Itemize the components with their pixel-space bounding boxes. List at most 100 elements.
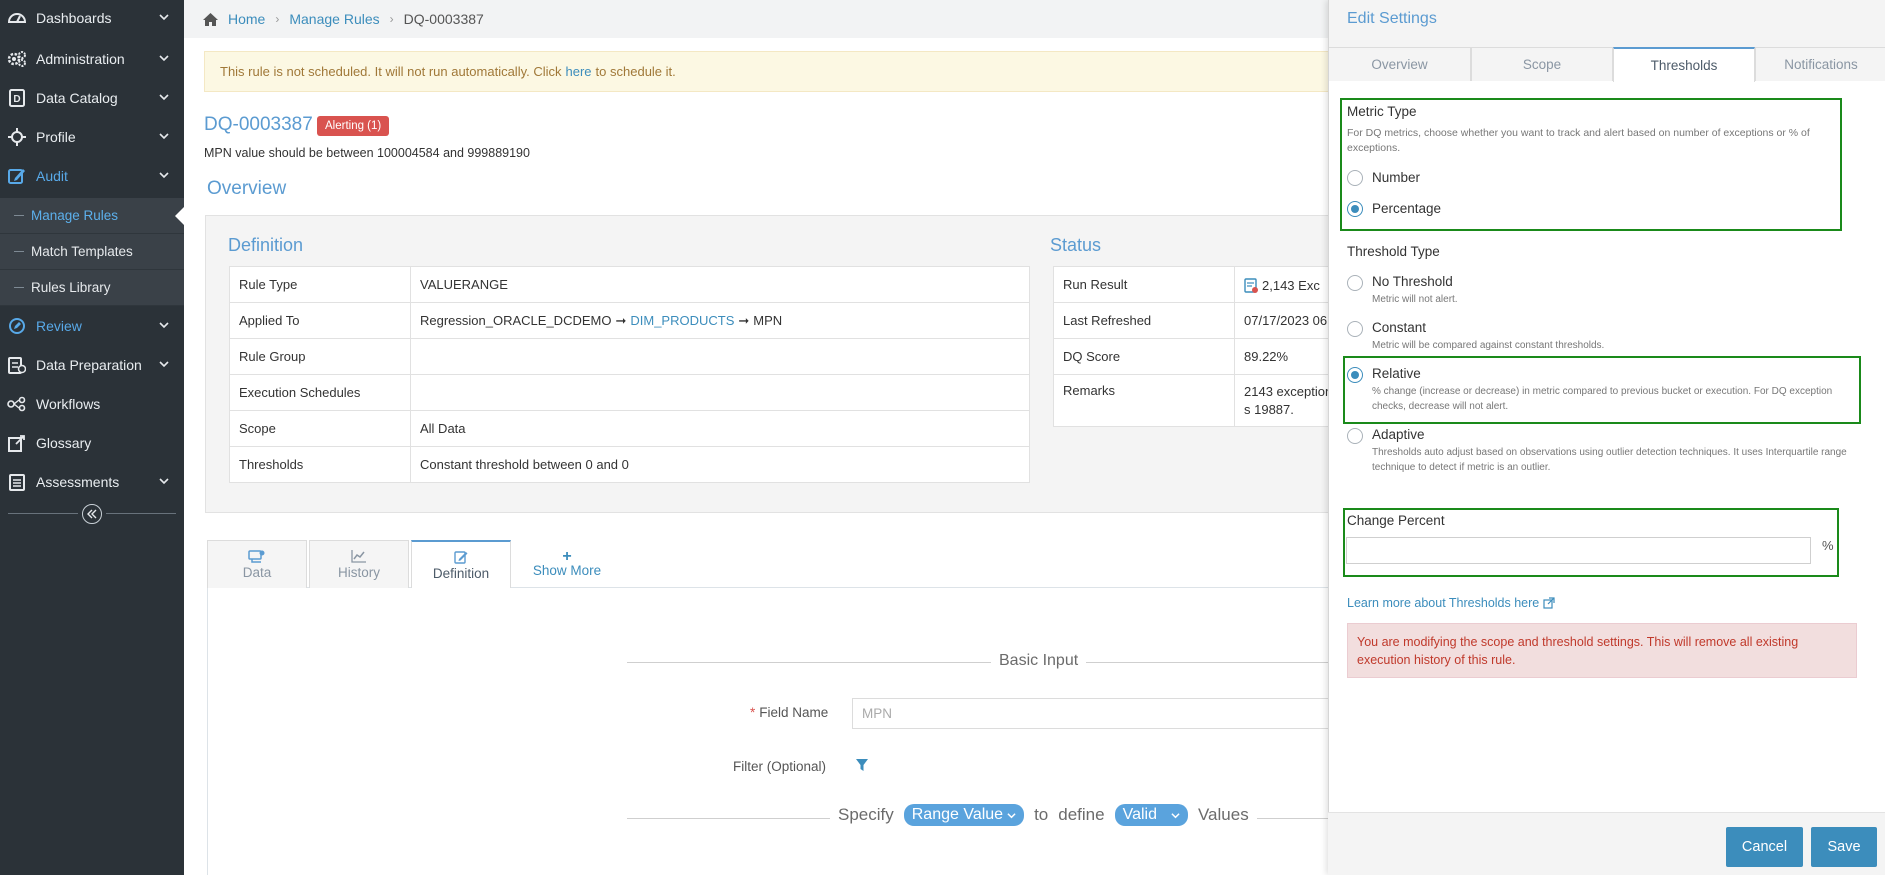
required-marker: * xyxy=(750,705,756,720)
radio-adaptive[interactable] xyxy=(1347,428,1363,444)
valid-text: Valid xyxy=(1122,806,1157,823)
sidebar-item-data-catalog[interactable]: D Data Catalog xyxy=(0,78,184,117)
table-row: Applied To Regression_ORACLE_DCDEMO ➞ DIM_… xyxy=(229,302,1030,339)
sidebar-item-workflows[interactable]: Workflows xyxy=(0,384,184,423)
remarks-line: s 19887. xyxy=(1244,402,1294,417)
radio-percentage[interactable] xyxy=(1347,201,1363,217)
overview-title: Overview xyxy=(207,178,287,199)
table-cell-key: Applied To xyxy=(229,302,411,339)
sidebar-subitem-label: Manage Rules xyxy=(31,208,119,223)
table-cell-key: Remarks xyxy=(1053,374,1235,427)
to-label: to xyxy=(1034,805,1049,824)
sidebar-subitem-label: Rules Library xyxy=(31,280,111,295)
radio-relative[interactable] xyxy=(1347,367,1363,383)
breadcrumb-home[interactable]: Home xyxy=(228,11,265,27)
svg-text:D: D xyxy=(13,94,20,105)
tab-history[interactable]: History xyxy=(309,540,409,588)
sidebar-item-profile[interactable]: Profile xyxy=(0,117,184,156)
notice-text-before: This rule is not scheduled. It will not … xyxy=(220,64,562,79)
table-row: DQ Score 89.22% xyxy=(1053,338,1343,375)
panel-header: Edit Settings xyxy=(1329,0,1885,45)
chevron-down-icon xyxy=(159,361,169,368)
applied-to-table-link[interactable]: DIM_PRODUCTS xyxy=(630,313,734,328)
table-cell-key: Run Result xyxy=(1053,266,1235,303)
tab-thresholds[interactable]: Thresholds xyxy=(1613,47,1755,82)
radio-constant-label[interactable]: Constant xyxy=(1372,320,1426,335)
sidebar-item-assessments[interactable]: Assessments xyxy=(0,462,184,501)
catalog-icon: D xyxy=(6,87,28,109)
line-chart-icon xyxy=(351,550,366,563)
cancel-button[interactable]: Cancel xyxy=(1726,827,1803,867)
rule-description: MPN value should be between 100004584 an… xyxy=(204,146,530,160)
sidebar-item-dashboards[interactable]: Dashboards xyxy=(0,0,184,37)
field-name-input[interactable]: MPN xyxy=(852,698,1329,729)
sidebar-subitem-match-templates[interactable]: Match Templates xyxy=(0,234,184,270)
range-value-dropdown[interactable]: Range Value xyxy=(903,804,1025,826)
sidebar-subitem-manage-rules[interactable]: Manage Rules xyxy=(0,198,185,234)
radio-adaptive-label[interactable]: Adaptive xyxy=(1372,427,1425,442)
learn-more-link[interactable]: Learn more about Thresholds here xyxy=(1347,596,1555,610)
panel-tabs: Overview Scope Thresholds Notifications xyxy=(1329,45,1885,82)
save-button[interactable]: Save xyxy=(1811,827,1877,867)
run-result-text: 2,143 Exc xyxy=(1262,277,1320,293)
tab-notifications[interactable]: Notifications xyxy=(1755,47,1885,81)
history-warning: You are modifying the scope and threshol… xyxy=(1347,623,1857,678)
table-row: Rule Type VALUERANGE xyxy=(229,266,1030,303)
tab-scope[interactable]: Scope xyxy=(1471,47,1613,81)
table-row: Thresholds Constant threshold between 0 … xyxy=(229,446,1030,483)
alerting-badge[interactable]: Alerting (1) xyxy=(317,116,390,136)
tab-overview[interactable]: Overview xyxy=(1329,47,1471,81)
run-result-value[interactable]: 2,143 Exc xyxy=(1233,266,1343,303)
change-percent-input[interactable] xyxy=(1346,537,1811,564)
sidebar-item-label: Data Preparation xyxy=(36,356,142,373)
breadcrumb-manage-rules[interactable]: Manage Rules xyxy=(289,11,379,27)
radio-no-threshold-label[interactable]: No Threshold xyxy=(1372,274,1453,289)
notice-text-after: to schedule it. xyxy=(595,64,676,79)
values-label: Values xyxy=(1197,805,1249,824)
table-cell-key: Execution Schedules xyxy=(229,374,411,411)
definition-content xyxy=(207,588,1329,875)
filter-icon[interactable] xyxy=(855,758,869,772)
chevron-down-icon xyxy=(159,172,169,179)
show-more-button[interactable]: + Show More xyxy=(527,540,607,588)
sidebar-item-data-preparation[interactable]: Data Preparation xyxy=(0,345,184,384)
metric-type-label: Metric Type xyxy=(1347,104,1417,119)
no-threshold-help: Metric will not alert. xyxy=(1372,294,1458,305)
tab-definition[interactable]: Definition xyxy=(411,540,511,589)
workflows-icon xyxy=(6,393,28,415)
sidebar-item-administration[interactable]: Administration xyxy=(0,39,184,78)
radio-number-label[interactable]: Number xyxy=(1372,170,1420,185)
arrow-icon: ➞ xyxy=(738,312,750,328)
learn-more-text: Learn more about Thresholds here xyxy=(1347,596,1540,610)
sidebar-item-label: Workflows xyxy=(36,395,101,412)
valid-dropdown[interactable]: Valid xyxy=(1114,804,1188,826)
radio-constant[interactable] xyxy=(1347,321,1363,337)
schedule-link[interactable]: here xyxy=(566,64,592,79)
radio-number[interactable] xyxy=(1347,170,1363,186)
remarks-value: 2143 exception s 19887. xyxy=(1233,374,1343,427)
sidebar-item-glossary[interactable]: Glossary xyxy=(0,423,184,462)
table-cell-key: Thresholds xyxy=(229,446,411,483)
schedule-notice: This rule is not scheduled. It will not … xyxy=(204,51,1329,92)
home-icon[interactable] xyxy=(202,12,219,27)
sidebar-item-review[interactable]: Review xyxy=(0,306,184,345)
table-cell-value xyxy=(410,338,1030,375)
rule-id-title: DQ-0003387 xyxy=(204,114,313,135)
sidebar-item-label: Profile xyxy=(36,128,76,145)
arrow-icon: ➞ xyxy=(615,312,627,328)
radio-relative-label[interactable]: Relative xyxy=(1372,366,1421,381)
sidebar-subitem-rules-library[interactable]: Rules Library xyxy=(0,270,184,306)
radio-no-threshold[interactable] xyxy=(1347,275,1363,291)
basic-input-title: Basic Input xyxy=(991,652,1087,670)
tab-data[interactable]: Data xyxy=(207,540,307,588)
tab-label: Data xyxy=(242,565,272,580)
tab-label: Definition xyxy=(432,566,490,581)
external-link-icon xyxy=(1543,597,1555,609)
sidebar-item-label: Glossary xyxy=(36,434,92,451)
radio-percentage-label[interactable]: Percentage xyxy=(1372,201,1441,216)
relative-help: % change (increase or decrease) in metri… xyxy=(1372,386,1833,412)
threshold-type-label: Threshold Type xyxy=(1347,244,1440,259)
edit-icon xyxy=(454,551,468,564)
sidebar-item-audit[interactable]: Audit xyxy=(0,156,184,195)
collapse-sidebar-button[interactable] xyxy=(82,504,102,524)
